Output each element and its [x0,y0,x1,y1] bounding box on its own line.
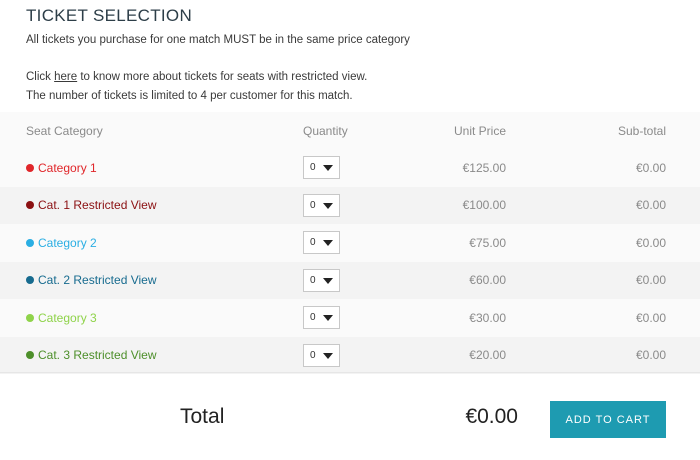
category-color-dot [26,276,34,284]
dropdown-arrow-icon [323,277,333,284]
unit-price-cell: €100.00 [462,198,506,212]
add-to-cart-button[interactable]: ADD TO CART [550,401,666,438]
dropdown-arrow-icon [323,352,333,359]
dropdown-arrow-icon [323,202,333,209]
price-category-notice: All tickets you purchase for one match M… [26,34,410,46]
seat-category-cell: Cat. 2 Restricted View [26,262,266,299]
category-color-dot [26,313,34,322]
table-row: Category 2 0 €75.00 €0.00 [0,224,700,261]
quantity-select[interactable]: 0 [303,231,340,254]
table-row: Cat. 3 Restricted View 0 €20.00 €0.00 [0,336,700,374]
seat-category-cell: Cat. 1 Restricted View [26,187,266,224]
ticket-table: Seat Category Quantity Unit Price Sub-to… [0,112,700,374]
quantity-cell: 0 [303,299,383,336]
category-color-dot [26,351,34,359]
quantity-select[interactable]: 0 [303,343,340,367]
category-label: Category 3 [38,310,97,325]
quantity-value: 0 [310,199,316,211]
total-value: €0.00 [465,405,518,428]
total-label: Total [180,405,225,428]
ticket-limit-notice: The number of tickets is limited to 4 pe… [26,90,353,102]
category-color-dot [26,238,34,247]
table-row: Cat. 2 Restricted View 0 €60.00 €0.00 [0,261,700,299]
seat-category-cell: Category 2 [26,224,266,261]
unit-price-cell: €60.00 [469,273,506,287]
unit-price-cell: €125.00 [462,160,506,175]
subtotal-cell: €0.00 [635,310,666,325]
quantity-cell: 0 [303,224,383,261]
quantity-select[interactable]: 0 [303,306,340,329]
quantity-cell: 0 [303,262,383,299]
quantity-value: 0 [310,274,316,286]
category-label: Category 2 [38,235,97,250]
unit-price-cell: €20.00 [469,348,506,362]
unit-price-cell: €30.00 [469,310,506,325]
category-label: Cat. 1 Restricted View [38,198,157,212]
seat-category-cell: Category 1 [26,149,266,186]
quantity-value: 0 [310,312,316,323]
category-label: Category 1 [38,160,97,175]
restricted-view-suffix: to know more about tickets for seats wit… [77,71,368,83]
category-label: Cat. 2 Restricted View [38,273,157,287]
table-header-row: Seat Category Quantity Unit Price Sub-to… [0,112,700,149]
seat-category-cell: Category 3 [26,299,266,336]
subtotal-cell: €0.00 [635,235,666,250]
quantity-select[interactable]: 0 [303,193,340,217]
subtotal-cell: €0.00 [635,160,666,175]
col-unit-price: Unit Price [453,123,506,138]
table-row: Cat. 1 Restricted View 0 €100.00 €0.00 [0,186,700,224]
divider [0,372,700,373]
category-color-dot [26,201,34,209]
quantity-cell: 0 [303,187,383,224]
col-quantity: Quantity [303,123,348,138]
unit-price-cell: €75.00 [469,235,506,250]
table-row: Category 3 0 €30.00 €0.00 [0,299,700,336]
category-color-dot [26,163,34,172]
page-title: TICKET SELECTION [26,6,193,25]
restricted-view-prefix: Click [26,71,55,83]
col-seat-category: Seat Category [26,123,103,138]
here-link[interactable]: here [54,71,77,83]
category-label: Cat. 3 Restricted View [38,348,157,362]
quantity-cell: 0 [303,337,383,374]
quantity-select[interactable]: 0 [303,156,340,179]
dropdown-arrow-icon [323,165,333,171]
dropdown-arrow-icon [323,240,333,246]
quantity-select[interactable]: 0 [303,268,340,292]
seat-category-cell: Cat. 3 Restricted View [26,337,266,374]
restricted-view-notice: Click here to know more about tickets fo… [26,71,367,83]
subtotal-cell: €0.00 [635,348,666,362]
quantity-value: 0 [310,162,316,173]
subtotal-cell: €0.00 [635,198,666,212]
table-row: Category 1 0 €125.00 €0.00 [0,149,700,186]
subtotal-cell: €0.00 [635,273,666,287]
quantity-cell: 0 [303,149,383,186]
quantity-value: 0 [310,237,316,248]
dropdown-arrow-icon [323,315,333,321]
col-subtotal: Sub-total [617,123,666,138]
quantity-value: 0 [310,349,316,361]
